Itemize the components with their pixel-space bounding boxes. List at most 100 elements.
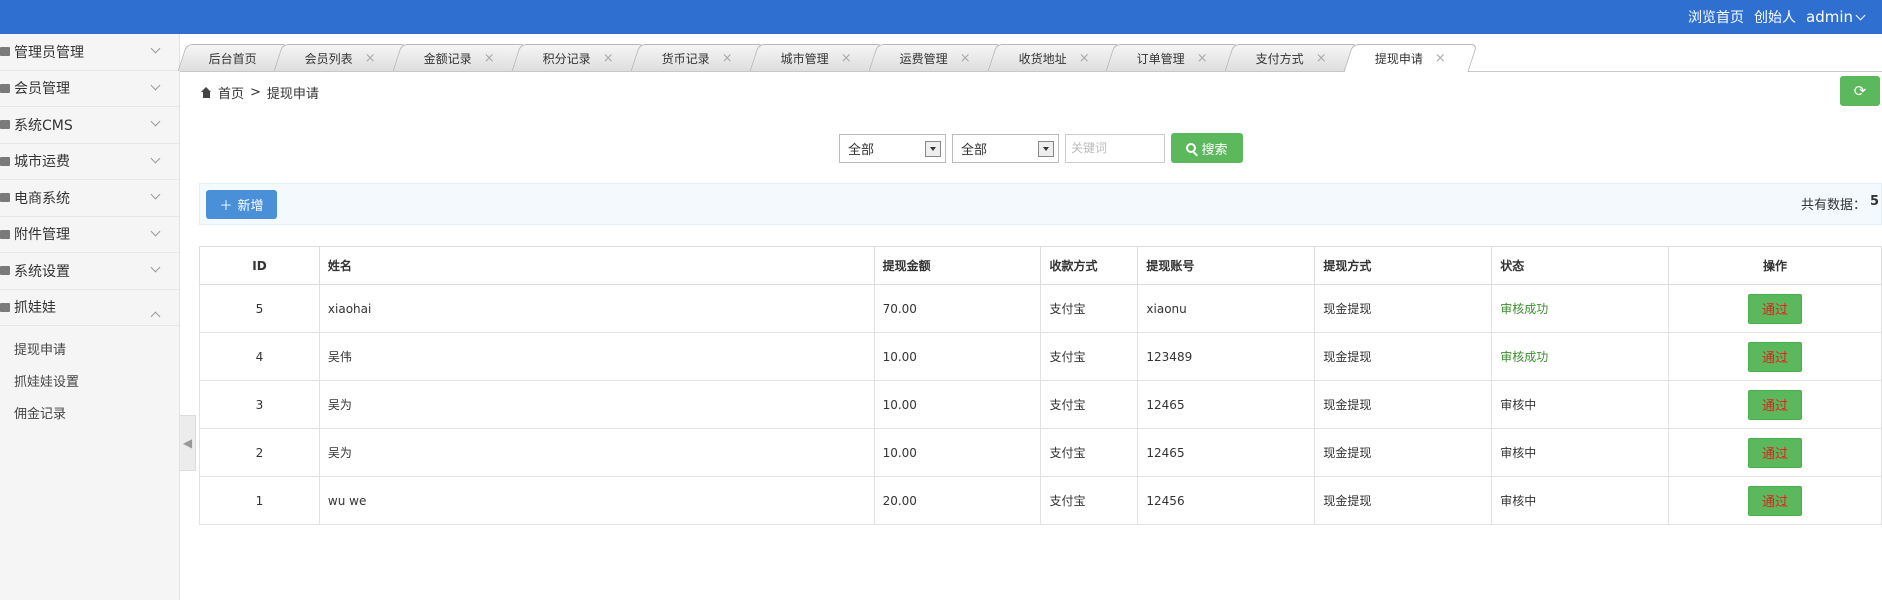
approve-button[interactable]: 通过 [1748, 485, 1803, 516]
keyword-input[interactable] [1065, 133, 1165, 163]
sidebar-item-member-management[interactable]: 会员管理 [0, 71, 179, 107]
truck-icon [0, 156, 10, 166]
search-button-label: 搜索 [1201, 142, 1228, 158]
tab-order-management[interactable]: 订单管理 × [1106, 44, 1240, 71]
founder-label: 创始人 [1754, 10, 1796, 26]
search-button[interactable]: 搜索 [1171, 133, 1243, 163]
tab-label: 城市管理 [780, 51, 829, 66]
type-select-value: 全部 [961, 142, 988, 158]
tab-label: 运费管理 [899, 51, 948, 66]
cell-name: wu we [318, 476, 875, 525]
tab-withdrawal-requests[interactable]: 提现申请 × [1343, 44, 1478, 72]
sidebar-item-label: 城市运费 [14, 154, 70, 171]
cms-icon [0, 120, 10, 130]
cell-id: 5 [199, 284, 320, 333]
tab-amount-records[interactable]: 金额记录 × [392, 44, 527, 71]
sidebar-item-attachments[interactable]: 附件管理 [0, 217, 179, 253]
sidebar-item-label: 系统设置 [14, 263, 70, 280]
approve-button[interactable]: 通过 [1748, 389, 1803, 420]
close-icon[interactable]: × [722, 51, 733, 66]
close-icon[interactable]: × [959, 51, 970, 66]
close-icon[interactable]: × [1316, 51, 1327, 66]
tab-label: 订单管理 [1137, 51, 1186, 66]
dropdown-arrow-icon [1038, 140, 1054, 157]
close-icon[interactable]: × [1197, 51, 1208, 66]
table-row: 4 吴伟 10.00 支付宝 123489 现金提现 审核成功 通过 [199, 332, 1882, 381]
cell-method: 支付宝 [1040, 380, 1139, 429]
refresh-icon: ⟳ [1853, 82, 1867, 100]
chevron-down-icon [150, 80, 161, 90]
tab-member-list[interactable]: 会员列表 × [273, 44, 408, 71]
close-icon[interactable]: × [603, 51, 614, 66]
close-icon[interactable]: × [1078, 51, 1089, 66]
close-icon[interactable]: × [484, 51, 495, 66]
close-icon[interactable]: × [1435, 51, 1446, 66]
tab-shipping-address[interactable]: 收货地址 × [987, 44, 1121, 71]
sidebar-item-cms[interactable]: 系统CMS [0, 107, 179, 144]
sidebar-subitem-withdrawal[interactable]: 提现申请 [0, 332, 179, 364]
sidebar-item-label: 电商系统 [14, 190, 70, 207]
approve-button[interactable]: 通过 [1748, 341, 1803, 372]
approve-button[interactable]: 通过 [1748, 293, 1803, 324]
sidebar-subitem-commission[interactable]: 佣金记录 [0, 396, 179, 428]
status-select[interactable]: 全部 [839, 133, 946, 163]
cell-status: 审核成功 [1491, 332, 1670, 381]
cell-type: 现金提现 [1314, 428, 1493, 477]
browse-home-link[interactable]: 浏览首页 [1688, 7, 1744, 27]
sidebar-item-system-settings[interactable]: 系统设置 [0, 253, 179, 290]
gear-icon [0, 266, 10, 276]
user-menu[interactable]: admin [1806, 8, 1866, 26]
breadcrumb-home[interactable]: 首页 [218, 83, 244, 102]
cell-id: 2 [199, 428, 320, 477]
close-icon[interactable]: × [365, 51, 376, 66]
tab-city-management[interactable]: 城市管理 × [749, 44, 884, 71]
chevron-down-icon [150, 189, 161, 200]
type-select[interactable]: 全部 [952, 133, 1059, 163]
user-name: admin [1806, 8, 1853, 26]
sidebar: 管理员管理 会员管理 系统CMS 城市运费 电商系统 附件管理 系统设置 抓娃娃… [0, 34, 180, 600]
cell-account: 12465 [1137, 380, 1316, 429]
sidebar-item-ecommerce[interactable]: 电商系统 [0, 180, 179, 217]
sidebar-collapse-handle[interactable]: ◀ [180, 415, 196, 471]
chevron-up-icon [150, 311, 161, 321]
sidebar-item-claw-machine[interactable]: 抓娃娃 [0, 290, 179, 326]
cell-method: 支付宝 [1040, 332, 1139, 381]
cell-status: 审核成功 [1491, 284, 1670, 333]
tab-points-records[interactable]: 积分记录 × [511, 44, 646, 71]
sidebar-item-city-freight[interactable]: 城市运费 [0, 144, 179, 180]
search-icon [1186, 143, 1197, 153]
cell-name: xiaohai [318, 284, 875, 333]
column-header: 状态 [1491, 246, 1670, 285]
top-bar-links: 浏览首页 创始人 admin [1688, 0, 1866, 34]
tab-label: 金额记录 [423, 51, 472, 66]
cell-amount: 70.00 [873, 284, 1042, 333]
cell-name: 吴为 [318, 380, 875, 429]
top-bar: 浏览首页 创始人 admin [0, 0, 1882, 34]
filter-bar: 全部 全部 搜索 [839, 133, 1243, 163]
refresh-button[interactable]: ⟳ [1840, 76, 1880, 106]
approve-button[interactable]: 通过 [1748, 437, 1803, 468]
cell-type: 现金提现 [1314, 476, 1493, 525]
cell-account: 12456 [1137, 476, 1316, 525]
tab-freight-management[interactable]: 运费管理 × [868, 44, 1002, 71]
cell-id: 1 [199, 476, 320, 525]
admin-icon [0, 47, 10, 57]
cell-action: 通过 [1668, 428, 1882, 477]
tab-label: 积分记录 [542, 51, 591, 66]
add-button[interactable]: ＋ 新增 [206, 190, 277, 219]
tab-currency-records[interactable]: 货币记录 × [630, 44, 765, 71]
table-row: 2 吴为 10.00 支付宝 12465 现金提现 审核中 通过 [199, 428, 1882, 477]
sidebar-item-label: 系统CMS [14, 117, 73, 134]
cell-status: 审核中 [1491, 380, 1670, 429]
sidebar-item-admin-management[interactable]: 管理员管理 [0, 34, 179, 71]
chevron-down-icon [1855, 10, 1866, 20]
column-header: 收款方式 [1040, 246, 1139, 285]
sidebar-item-label: 附件管理 [14, 227, 70, 244]
sidebar-subitem-claw-settings[interactable]: 抓娃娃设置 [0, 364, 179, 396]
status-select-value: 全部 [848, 142, 875, 158]
tab-payment-methods[interactable]: 支付方式 × [1225, 44, 1359, 71]
tab-dashboard[interactable]: 后台首页 [177, 44, 289, 71]
sidebar-item-label: 管理员管理 [14, 44, 84, 61]
close-icon[interactable]: × [841, 51, 852, 66]
table-row: 3 吴为 10.00 支付宝 12465 现金提现 审核中 通过 [199, 380, 1882, 429]
